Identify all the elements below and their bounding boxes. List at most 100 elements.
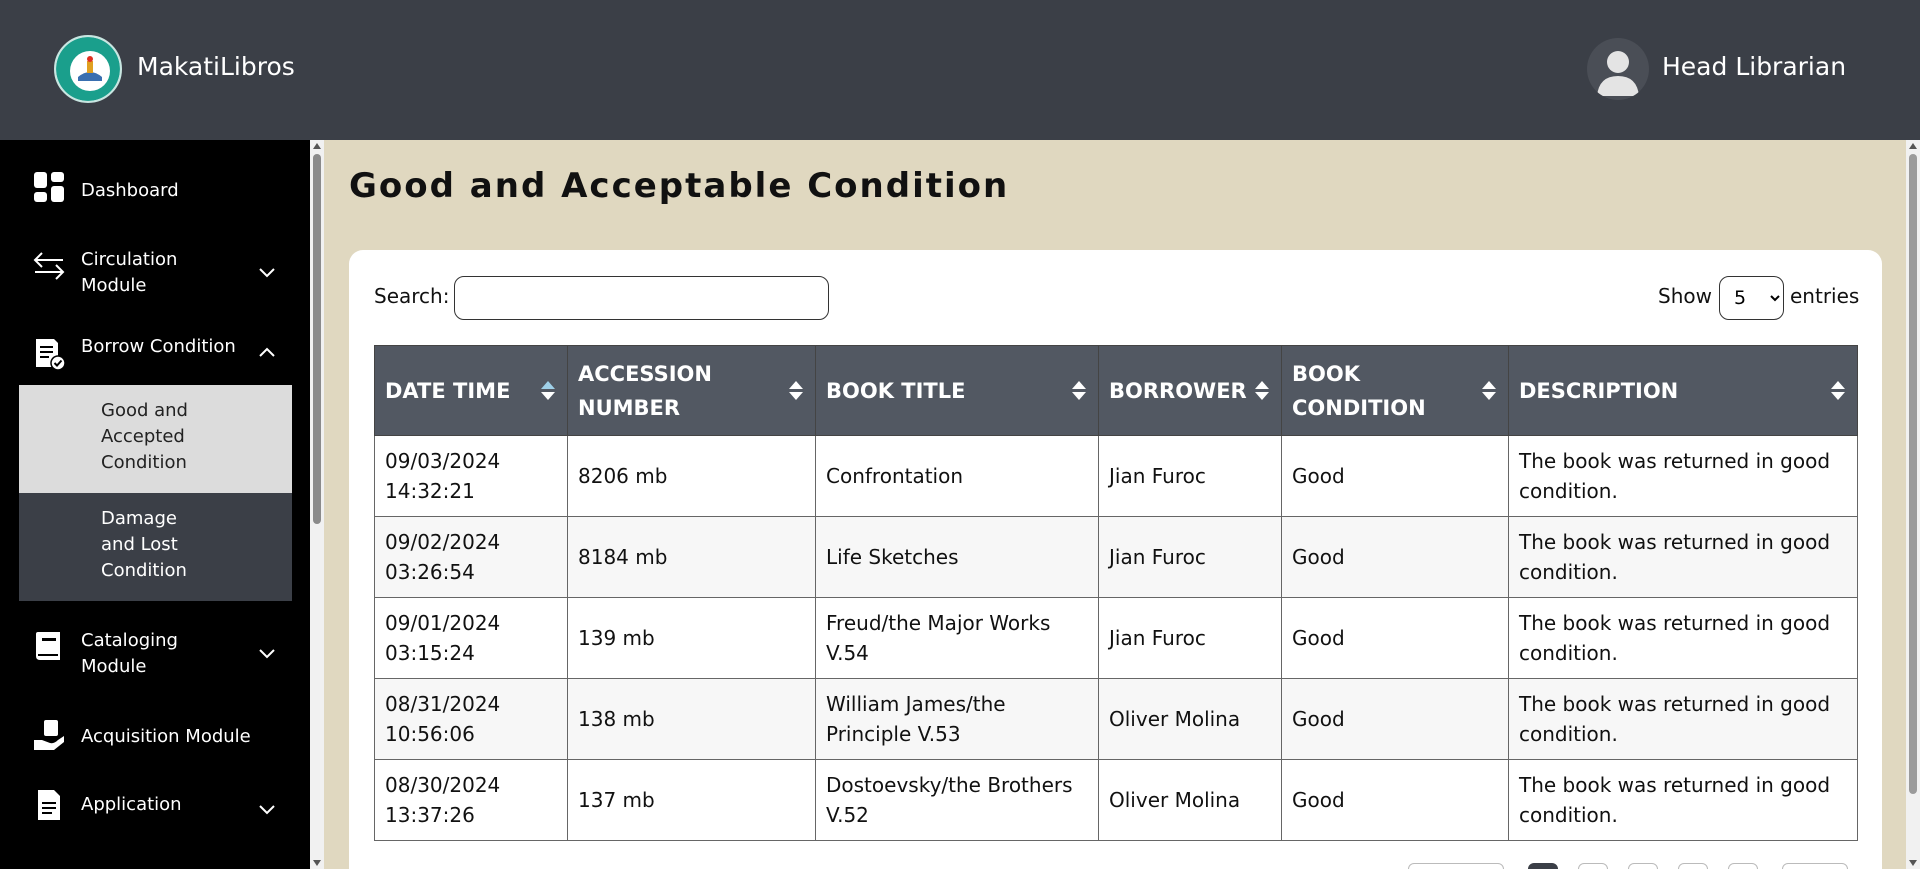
pagination-page[interactable] [1628, 863, 1658, 869]
cell-date-time: 09/02/2024 03:26:54 [374, 516, 568, 598]
sidebar-item-circulation[interactable]: Circulation Module [0, 245, 310, 301]
sort-icon [1482, 380, 1496, 401]
cell-book-title: Confrontation [815, 435, 1099, 517]
sidebar-item-label: Application [81, 794, 182, 815]
main-scroll-thumb[interactable] [1909, 154, 1917, 794]
sidebar-item-application[interactable]: Application [0, 786, 310, 826]
library-seal-logo[interactable] [54, 35, 122, 103]
cell-book-condition: Good [1281, 759, 1509, 841]
cell-date-time: 08/30/2024 13:37:26 [374, 759, 568, 841]
sidebar-item-label: Acquisition Module [81, 726, 251, 747]
scroll-up-arrow-icon[interactable] [313, 143, 321, 149]
scroll-down-arrow-icon[interactable] [1909, 860, 1917, 866]
sidebar-item-borrow-condition[interactable]: Borrow Condition [0, 334, 310, 374]
sort-icon [1831, 380, 1845, 401]
cell-description: The book was returned in good condition. [1508, 759, 1858, 841]
column-header-description[interactable]: DESCRIPTION [1508, 345, 1858, 436]
pagination-page-current[interactable] [1528, 863, 1558, 869]
table-row: 09/02/2024 03:26:54 8184 mb Life Sketche… [374, 516, 1858, 598]
cell-description: The book was returned in good condition. [1508, 435, 1858, 517]
cell-description: The book was returned in good condition. [1508, 678, 1858, 760]
brand-name[interactable]: MakatiLibros [137, 52, 295, 81]
chevron-down-icon [259, 649, 275, 659]
sort-icon [1255, 380, 1269, 401]
cell-book-title: Dostoevsky/the Brothers V.52 [815, 759, 1099, 841]
cell-borrower: Oliver Molina [1098, 678, 1282, 760]
cell-accession-number: 139 mb [567, 597, 816, 679]
circulation-icon [33, 252, 65, 280]
application-doc-icon [38, 790, 60, 820]
sidebar-scrollbar[interactable] [310, 140, 324, 869]
show-label: Show [1658, 284, 1712, 308]
sort-icon [789, 380, 803, 401]
cell-date-time: 09/01/2024 03:15:24 [374, 597, 568, 679]
table-row: 08/31/2024 10:56:06 138 mb William James… [374, 678, 1858, 760]
column-header-book-title[interactable]: BOOK TITLE [815, 345, 1099, 436]
search-label: Search: [374, 284, 450, 308]
pagination-page[interactable] [1578, 863, 1608, 869]
cell-book-condition: Good [1281, 435, 1509, 517]
cell-description: The book was returned in good condition. [1508, 516, 1858, 598]
column-header-date-time[interactable]: DATE TIME [374, 345, 568, 436]
cell-book-condition: Good [1281, 678, 1509, 760]
borrow-condition-icon [36, 339, 66, 371]
scroll-up-arrow-icon[interactable] [1909, 143, 1917, 149]
table-row: 09/01/2024 03:15:24 139 mb Freud/the Maj… [374, 597, 1858, 679]
sidebar-item-label: Dashboard [81, 180, 179, 201]
column-header-borrower[interactable]: BORROWER [1098, 345, 1282, 436]
sidebar-item-label: Cataloging Module [81, 630, 178, 677]
sidebar-scroll-thumb[interactable] [313, 154, 321, 524]
table-row: 08/30/2024 13:37:26 137 mb Dostoevsky/th… [374, 759, 1858, 841]
cell-borrower: Oliver Molina [1098, 759, 1282, 841]
cell-description: The book was returned in good condition. [1508, 597, 1858, 679]
entries-select[interactable]: 5 [1719, 276, 1784, 320]
cell-book-title: Freud/the Major Works V.54 [815, 597, 1099, 679]
chevron-up-icon [259, 347, 275, 357]
main-scrollbar[interactable] [1906, 140, 1920, 869]
user-avatar-icon[interactable] [1587, 38, 1649, 100]
cell-book-condition: Good [1281, 516, 1509, 598]
sidebar-item-label: Borrow Condition [81, 336, 236, 357]
cell-borrower: Jian Furoc [1098, 435, 1282, 517]
column-header-book-condition[interactable]: BOOK CONDITION [1281, 345, 1509, 436]
catalog-book-icon [36, 632, 60, 660]
cell-accession-number: 137 mb [567, 759, 816, 841]
chevron-down-icon [259, 268, 275, 278]
sidebar-item-cataloging[interactable]: Cataloging Module [0, 626, 310, 682]
submenu-label: Damage and Lost Condition [101, 508, 187, 581]
page-title: Good and Acceptable Condition [349, 166, 1010, 206]
cell-book-title: William James/the Principle V.53 [815, 678, 1099, 760]
cell-accession-number: 138 mb [567, 678, 816, 760]
submenu-label: Good and Accepted Condition [101, 400, 188, 473]
cell-book-title: Life Sketches [815, 516, 1099, 598]
dashboard-icon [34, 172, 64, 202]
cell-date-time: 08/31/2024 10:56:06 [374, 678, 568, 760]
user-role-name[interactable]: Head Librarian [1662, 52, 1846, 81]
column-header-accession-number[interactable]: ACCESSION NUMBER [567, 345, 816, 436]
borrow-condition-table: DATE TIME ACCESSION NUMBER BOOK TITLE BO… [374, 345, 1858, 841]
table-header-row: DATE TIME ACCESSION NUMBER BOOK TITLE BO… [374, 345, 1858, 436]
entries-label: entries [1790, 284, 1860, 308]
sidebar-item-acquisition[interactable]: Acquisition Module [0, 718, 310, 758]
sort-icon [541, 380, 555, 401]
top-header: MakatiLibros Head Librarian [0, 0, 1920, 140]
pagination-next[interactable] [1782, 863, 1848, 869]
acquisition-icon [34, 720, 64, 750]
search-input[interactable] [454, 276, 829, 320]
submenu-good-accepted-condition[interactable]: Good and Accepted Condition [19, 385, 292, 493]
sidebar-item-dashboard[interactable]: Dashboard [0, 170, 310, 210]
pagination-previous[interactable] [1408, 863, 1504, 869]
cell-date-time: 09/03/2024 14:32:21 [374, 435, 568, 517]
cell-accession-number: 8206 mb [567, 435, 816, 517]
sidebar-item-label: Circulation Module [81, 249, 178, 296]
scroll-down-arrow-icon[interactable] [313, 860, 321, 866]
sort-icon [1072, 380, 1086, 401]
cell-accession-number: 8184 mb [567, 516, 816, 598]
pagination-page[interactable] [1678, 863, 1708, 869]
cell-book-condition: Good [1281, 597, 1509, 679]
chevron-down-icon [259, 805, 275, 815]
pagination-page[interactable] [1728, 863, 1758, 869]
cell-borrower: Jian Furoc [1098, 597, 1282, 679]
table-row: 09/03/2024 14:32:21 8206 mb Confrontatio… [374, 435, 1858, 517]
submenu-damage-lost-condition[interactable]: Damage and Lost Condition [19, 493, 292, 601]
